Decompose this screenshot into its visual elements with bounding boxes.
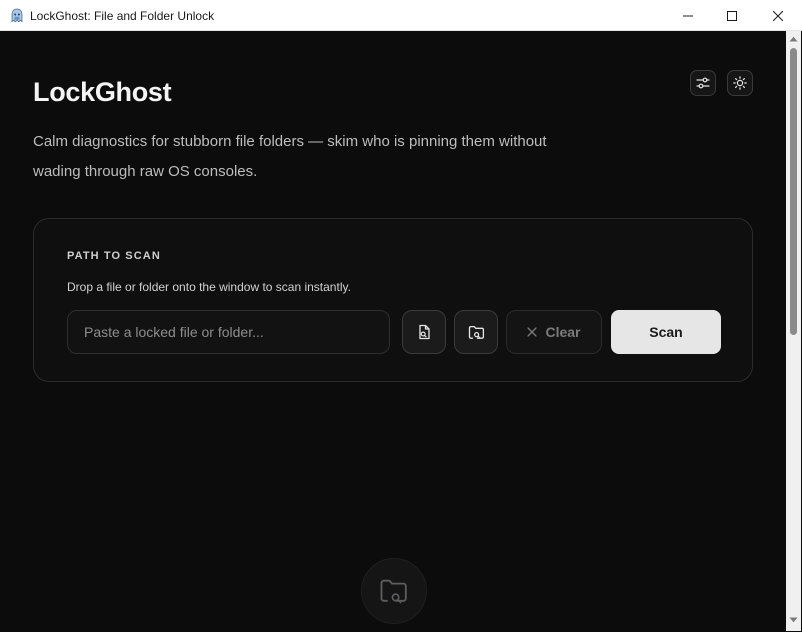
sun-icon [733, 76, 747, 90]
x-icon [527, 327, 538, 337]
folder-search-icon [468, 325, 484, 339]
maximize-icon [727, 10, 737, 21]
main-content: LockGhost Calm diagnostics for stubborn … [1, 31, 786, 631]
scan-button[interactable]: Scan [611, 310, 721, 354]
scan-label: Scan [649, 324, 683, 340]
scroll-down-arrow-icon[interactable] [789, 617, 798, 623]
scroll-up-arrow-icon[interactable] [789, 36, 798, 42]
scan-panel-label: PATH TO SCAN [67, 250, 161, 262]
theme-toggle-button[interactable] [727, 70, 753, 96]
settings-button[interactable] [690, 70, 716, 96]
close-button[interactable] [755, 0, 801, 31]
browse-folder-button[interactable] [454, 310, 498, 354]
clear-label: Clear [545, 324, 581, 340]
empty-state-badge [361, 558, 427, 624]
minimize-button[interactable] [665, 0, 711, 31]
folder-search-icon [380, 579, 407, 603]
file-search-icon [419, 324, 430, 340]
page-title: LockGhost [33, 77, 172, 107]
scan-panel-hint: Drop a file or folder onto the window to… [67, 280, 351, 294]
close-icon [773, 10, 783, 21]
scrollbar-thumb[interactable] [790, 48, 797, 335]
clear-button[interactable]: Clear [506, 310, 602, 354]
app-ghost-icon [10, 8, 24, 23]
maximize-button[interactable] [709, 0, 755, 31]
sliders-icon [696, 77, 710, 89]
scan-panel: PATH TO SCAN Drop a file or folder onto … [33, 218, 753, 382]
vertical-scrollbar[interactable] [786, 31, 801, 631]
path-input[interactable] [67, 310, 390, 354]
window-title: LockGhost: File and Folder Unlock [30, 9, 215, 23]
minimize-icon [683, 15, 693, 16]
page-subtitle: Calm diagnostics for stubborn file folde… [33, 133, 547, 180]
window-titlebar: LockGhost: File and Folder Unlock [0, 0, 802, 31]
browse-file-button[interactable] [402, 310, 446, 354]
